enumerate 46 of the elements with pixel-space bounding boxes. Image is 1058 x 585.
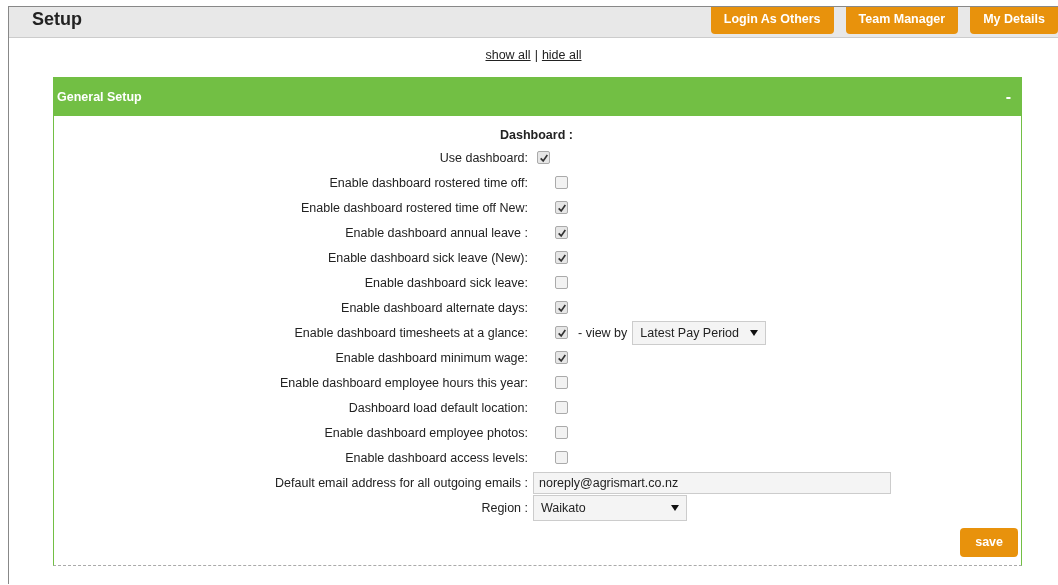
field-label: Enable dashboard sick leave: bbox=[363, 275, 528, 290]
region-select[interactable]: Waikato bbox=[533, 494, 687, 521]
field-label: Enable dashboard minimum wage: bbox=[334, 350, 528, 365]
field-label: Enable dashboard rostered time off New: bbox=[300, 200, 528, 215]
checkbox[interactable] bbox=[555, 401, 568, 414]
field-label: Enable dashboard sick leave (New): bbox=[326, 250, 528, 265]
checkbox[interactable] bbox=[555, 451, 568, 464]
header-button[interactable]: Login As Others bbox=[710, 7, 834, 34]
field-label: Enable dashboard access levels: bbox=[344, 450, 528, 465]
email-field[interactable]: noreply@agrismart.co.nz bbox=[533, 471, 891, 494]
field-label: Enable dashboard annual leave : bbox=[344, 225, 528, 240]
checkbox[interactable] bbox=[537, 151, 550, 164]
save-button[interactable]: save bbox=[960, 528, 1018, 557]
checkbox[interactable] bbox=[555, 251, 568, 264]
checkbox[interactable] bbox=[555, 426, 568, 439]
caret-icon bbox=[671, 504, 679, 511]
separator: | bbox=[534, 48, 538, 62]
checkbox[interactable] bbox=[555, 376, 568, 389]
checkbox[interactable] bbox=[555, 301, 568, 314]
header-button[interactable]: My Details bbox=[970, 7, 1058, 34]
checkbox[interactable] bbox=[555, 201, 568, 214]
field-label: Enable dashboard alternate days: bbox=[340, 300, 528, 315]
field-label: Region : bbox=[480, 500, 528, 515]
checkbox[interactable] bbox=[555, 176, 568, 189]
toggle-link[interactable]: hide all bbox=[541, 48, 582, 62]
view-by-label: - view by bbox=[578, 325, 628, 340]
field-label: Enable dashboard employee hours this year: bbox=[278, 375, 528, 390]
field-label: Default email address for all outgoing emails : bbox=[274, 475, 528, 490]
checkbox[interactable] bbox=[555, 326, 568, 339]
toggle-link[interactable]: show all bbox=[485, 48, 531, 62]
header-button[interactable]: Team Manager bbox=[845, 7, 959, 34]
section-heading: Dashboard : bbox=[500, 128, 574, 144]
field-label: Enable dashboard employee photos: bbox=[323, 425, 528, 440]
field-label: Enable dashboard rostered time off: bbox=[328, 175, 528, 190]
collapse-icon[interactable]: - bbox=[1005, 87, 1011, 106]
view-select[interactable]: Latest Pay Period bbox=[632, 320, 767, 345]
field-label: Enable dashboard timesheets at a glance: bbox=[293, 325, 528, 340]
checkbox[interactable] bbox=[555, 226, 568, 239]
caret-icon bbox=[750, 329, 759, 336]
field-label: Dashboard load default location: bbox=[347, 400, 528, 415]
checkbox[interactable] bbox=[555, 351, 568, 364]
panel-header[interactable]: General Setup - bbox=[54, 77, 1021, 116]
checkbox[interactable] bbox=[555, 276, 568, 289]
field-label: Use dashboard: bbox=[438, 150, 528, 165]
page-title: Setup bbox=[32, 9, 82, 30]
panel-title: General Setup bbox=[57, 89, 142, 104]
